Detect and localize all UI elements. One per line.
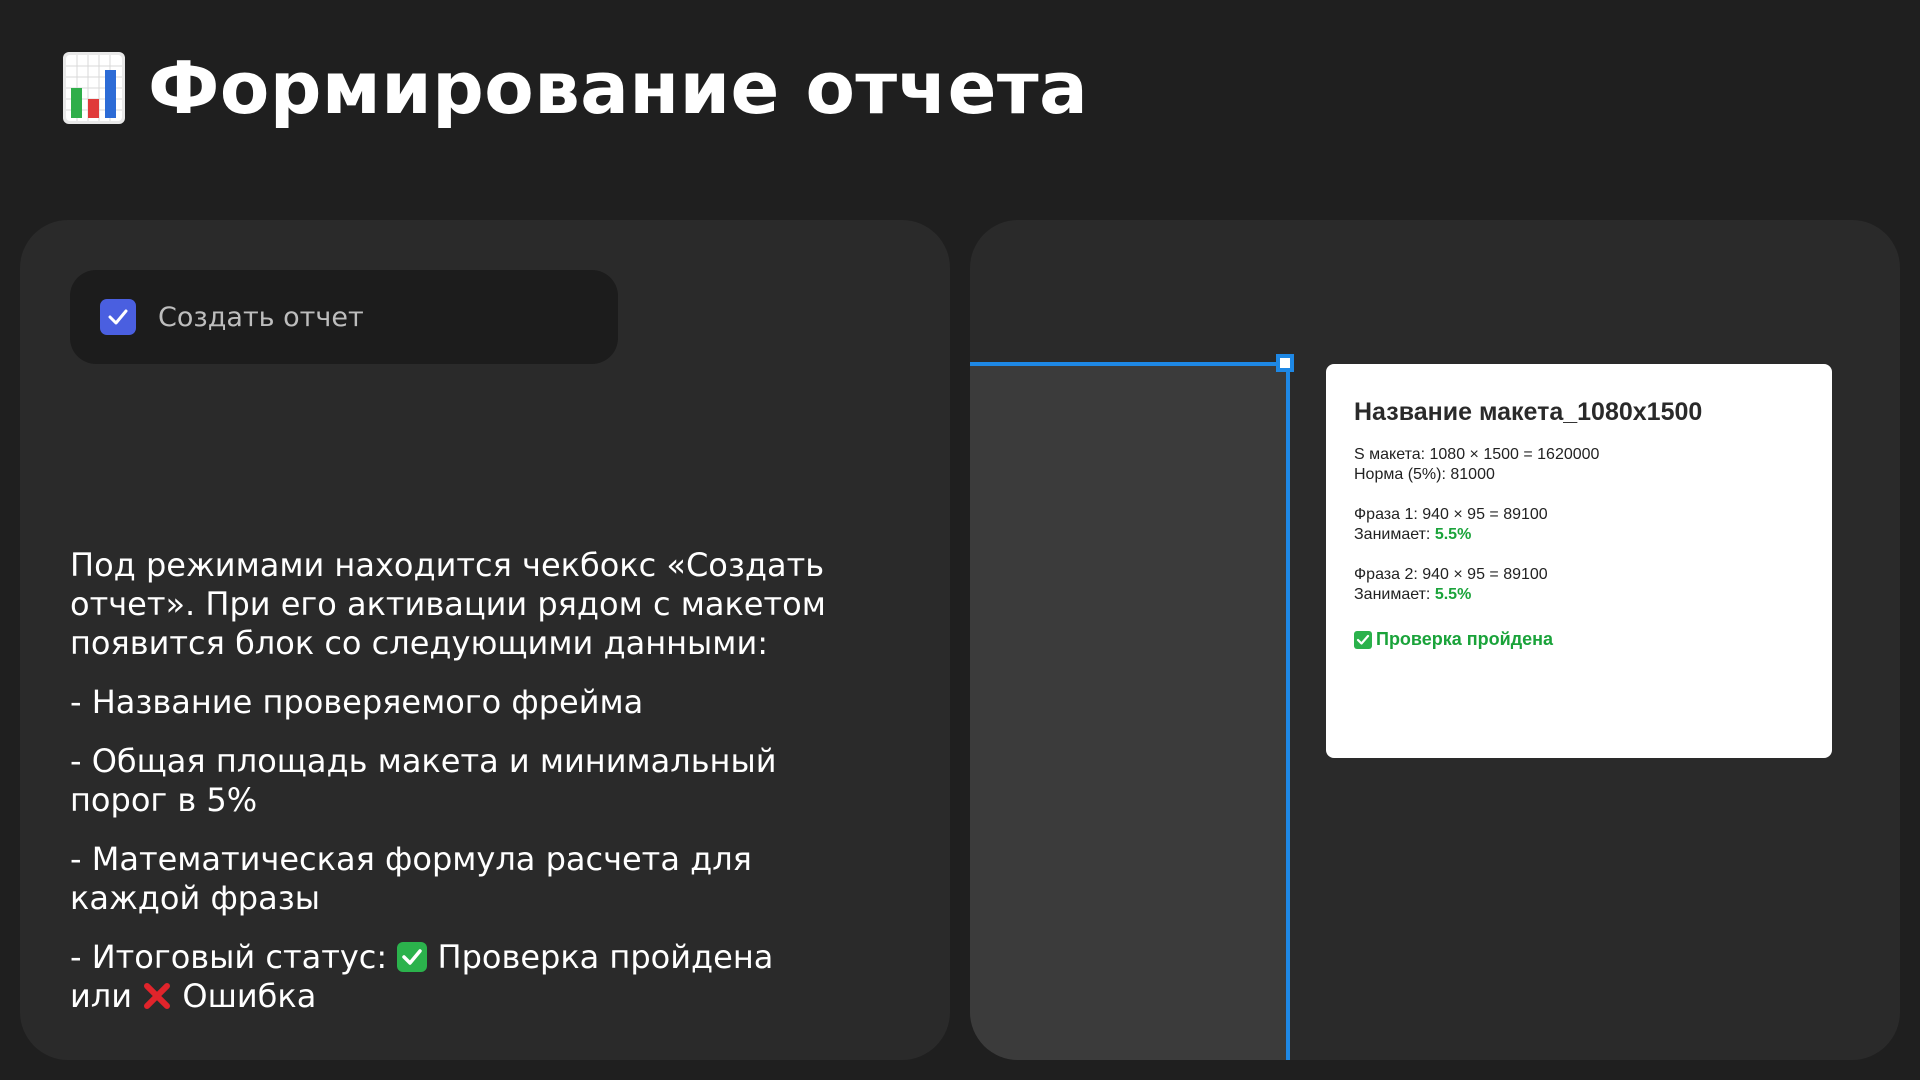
create-report-checkbox[interactable]: [100, 299, 136, 335]
create-report-checkbox-row[interactable]: Создать отчет: [70, 270, 618, 364]
report-phrase1-formula: Фраза 1: 940 × 95 = 89100: [1354, 506, 1548, 523]
slide: Формирование отчета Создать отчет Под ре…: [0, 0, 1920, 1080]
status-fail-text: Ошибка: [182, 977, 317, 1015]
phrase1-percent: 5.5%: [1434, 526, 1472, 543]
report-status: Проверка пройдена: [1354, 629, 1804, 650]
report-norm: Норма (5%): 81000: [1354, 466, 1495, 483]
report-phrase1-occupies: Занимает: 5.5%: [1354, 525, 1804, 545]
frame-resize-handle[interactable]: [1276, 354, 1294, 372]
cross-mark-icon: [142, 981, 172, 1011]
occupies-label: Занимает:: [1354, 586, 1431, 603]
occupies-label: Занимает:: [1354, 526, 1431, 543]
bar-chart-icon: [62, 52, 126, 124]
report-status-text: Проверка пройдена: [1376, 629, 1554, 649]
description-item-status: - Итоговый статус: Проверка пройдена или…: [70, 938, 870, 1016]
report-area: S макета: 1080 × 1500 = 1620000: [1354, 446, 1600, 463]
status-prefix: - Итоговый статус:: [70, 938, 388, 976]
report-block: Название макета_1080x1500 S макета: 1080…: [1326, 364, 1832, 758]
phrase2-percent: 5.5%: [1434, 586, 1472, 603]
check-mark-icon: [397, 942, 428, 972]
description-card: Создать отчет Под режимами находится чек…: [20, 220, 950, 1060]
report-phrase2-formula: Фраза 2: 940 × 95 = 89100: [1354, 566, 1548, 583]
description-intro: Под режимами находится чекбокс «Создать …: [70, 546, 826, 662]
description-item-formula: - Математическая формула расчета для каж…: [70, 840, 752, 917]
preview-card: Название макета_1080x1500 S макета: 1080…: [970, 220, 1900, 1060]
check-mark-icon: [1354, 630, 1372, 649]
page-header: Формирование отчета: [62, 38, 1088, 138]
description-item-frame-name: - Название проверяемого фрейма: [70, 683, 644, 721]
status-pass-text: Проверка пройдена: [437, 938, 774, 976]
checkmark-icon: [108, 309, 128, 325]
create-report-label: Создать отчет: [158, 301, 364, 333]
status-or-text: или: [70, 977, 133, 1015]
report-title: Название макета_1080x1500: [1354, 398, 1703, 426]
layout-frame[interactable]: [970, 362, 1290, 1060]
report-phrase2-occupies: Занимает: 5.5%: [1354, 585, 1804, 605]
description-item-area: - Общая площадь макета и минимальный пор…: [70, 742, 777, 819]
feature-description: Под режимами находится чекбокс «Создать …: [70, 546, 870, 1036]
page-title: Формирование отчета: [148, 46, 1089, 130]
